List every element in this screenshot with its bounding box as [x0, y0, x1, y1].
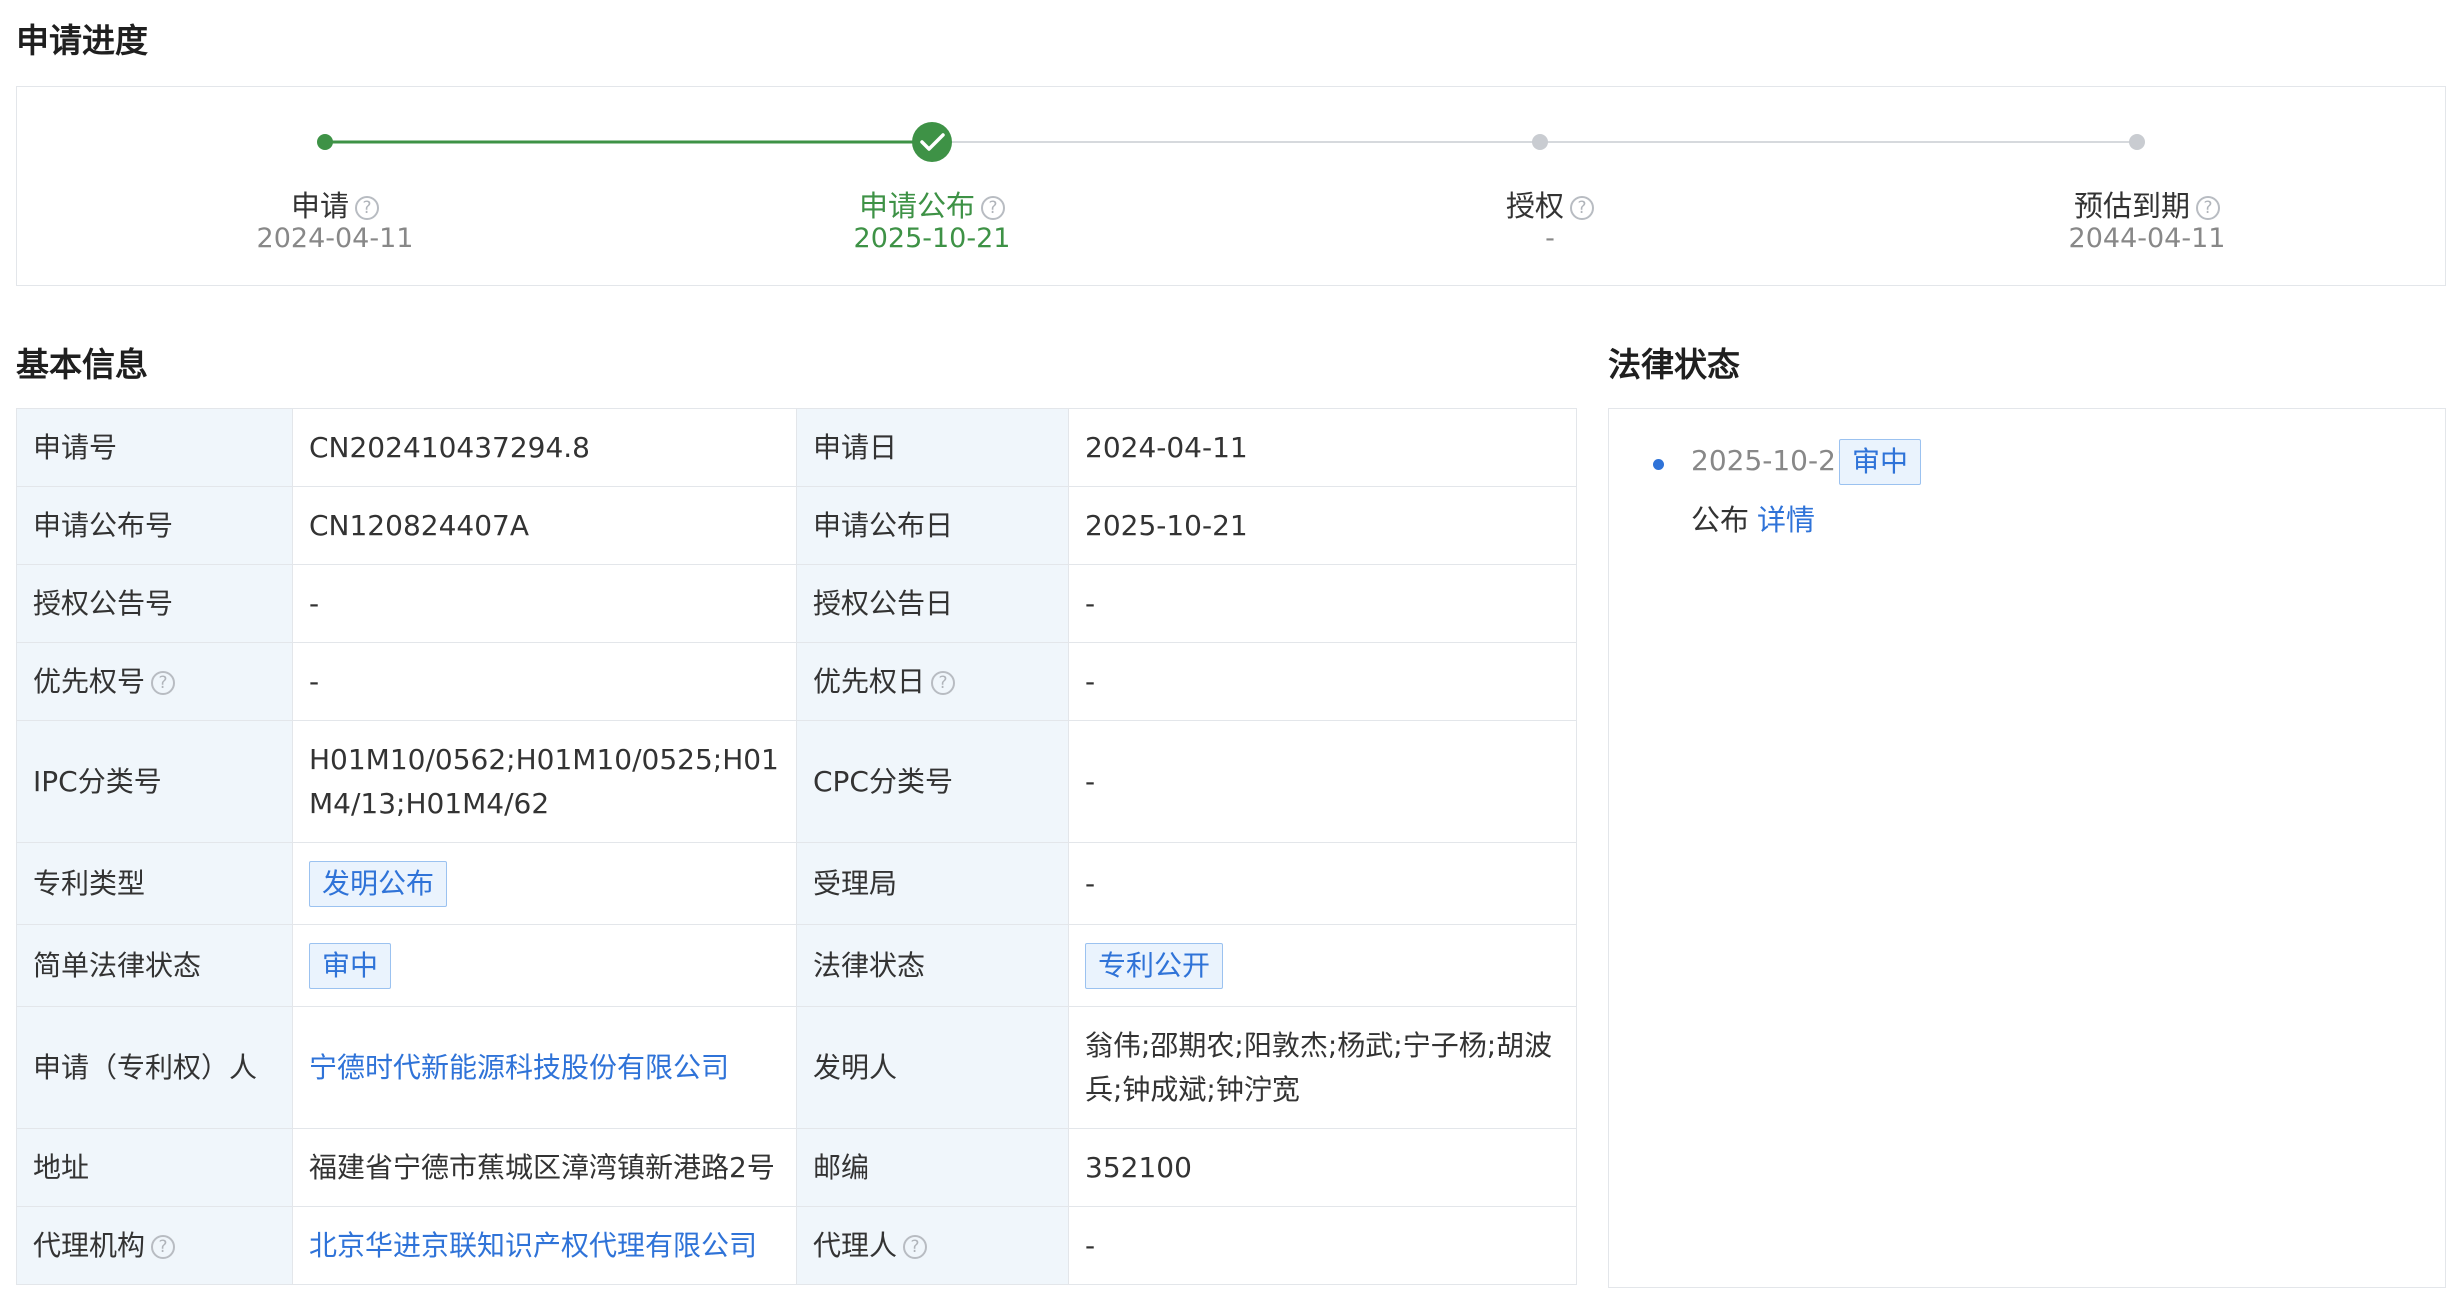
step-grant-date: - [1545, 223, 1555, 254]
publication-date-label: 申请公布日 [796, 486, 1069, 565]
ipc-value: H01M10/0562;H01M10/0525;H01M4/13;H01M4/6… [292, 720, 797, 843]
application-date-label: 申请日 [796, 408, 1069, 487]
patent-type-label: 专利类型 [16, 842, 293, 925]
simple-legal-status-tag: 审中 [309, 942, 392, 989]
table-row: 授权公告号 - 授权公告日 - [16, 564, 1577, 643]
inventor-label: 发明人 [796, 1006, 1069, 1129]
grant-date-label: 授权公告日 [796, 564, 1069, 643]
progress-section-title: 申请进度 [16, 21, 148, 60]
agent-value: - [1068, 1206, 1577, 1285]
inventor-value: 翁伟;邵期农;阳敦杰;杨武;宁子杨;胡波兵;钟成斌;钟泞宽 [1068, 1006, 1577, 1129]
publication-date-value: 2025-10-21 [1068, 486, 1577, 565]
address-label: 地址 [16, 1128, 293, 1207]
step-publish-text: 申请公布 [858, 189, 975, 223]
question-circle-icon[interactable]: ? [1570, 196, 1594, 220]
grant-number-value: - [292, 564, 797, 643]
priority-date-value: - [1068, 642, 1577, 721]
step-dot-grant [1532, 134, 1548, 150]
agent-label: 代理人? [796, 1206, 1069, 1285]
priority-date-label: 优先权日? [796, 642, 1069, 721]
application-date-value: 2024-04-11 [1068, 408, 1577, 487]
postcode-label: 邮编 [796, 1128, 1069, 1207]
publication-number-value: CN120824407A [292, 486, 797, 565]
applicant-label: 申请（专利权）人 [16, 1006, 293, 1129]
table-row: IPC分类号 H01M10/0562;H01M10/0525;H01M4/13;… [16, 720, 1577, 843]
timeline-dot-icon [1653, 459, 1664, 470]
legal-event-text: 公布 [1691, 503, 1750, 537]
agent-label-text: 代理人 [813, 1228, 898, 1262]
step-apply-label: 申请? [135, 183, 535, 225]
legal-event-tag: 审中 [1839, 439, 1922, 485]
step-expiry-date: 2044-04-11 [2068, 223, 2226, 254]
receiving-office-label: 受理局 [796, 842, 1069, 925]
step-apply-text: 申请 [290, 189, 349, 223]
table-row: 简单法律状态 审中 法律状态 专利公开 [16, 924, 1577, 1007]
step-dot-expiry [2129, 134, 2145, 150]
question-circle-icon[interactable]: ? [151, 1234, 176, 1259]
grant-number-label: 授权公告号 [16, 564, 293, 643]
question-circle-icon[interactable]: ? [151, 670, 176, 695]
step-grant-text: 授权 [1505, 189, 1564, 223]
legal-event-row: 公布 详情 [1691, 497, 1815, 539]
priority-number-label-text: 优先权号 [33, 664, 146, 698]
agency-label-text: 代理机构 [33, 1228, 146, 1262]
legal-status-panel: 2025-10-21 审中 公布 详情 [1608, 408, 2446, 1288]
step-apply-date: 2024-04-11 [256, 223, 414, 254]
question-circle-icon[interactable]: ? [931, 670, 956, 695]
ipc-label: IPC分类号 [16, 720, 293, 843]
legal-status-section-title: 法律状态 [1608, 345, 1740, 384]
legal-event-date: 2025-10-21 [1691, 444, 1854, 477]
step-publish-date: 2025-10-21 [853, 223, 1011, 254]
priority-date-label-text: 优先权日 [813, 664, 926, 698]
step-publish-label: 申请公布? [732, 183, 1132, 225]
basic-info-section-title: 基本信息 [16, 345, 148, 384]
progress-panel: 申请? 2024-04-11 申请公布? 2025-10-21 授权? - 预估… [16, 86, 2446, 286]
address-value: 福建省宁德市蕉城区漳湾镇新港路2号 [292, 1128, 797, 1207]
receiving-office-value: - [1068, 842, 1577, 925]
priority-number-label: 优先权号? [16, 642, 293, 721]
simple-legal-status-label: 简单法律状态 [16, 924, 293, 1007]
table-row: 申请号 CN202410437294.8 申请日 2024-04-11 [16, 408, 1577, 487]
question-circle-icon[interactable]: ? [2196, 196, 2220, 220]
question-circle-icon[interactable]: ? [355, 196, 379, 220]
agency-cell: 北京华进京联知识产权代理有限公司 [292, 1206, 797, 1285]
simple-legal-status-cell: 审中 [292, 924, 797, 1007]
step-expiry-text: 预估到期 [2073, 189, 2190, 223]
cpc-label: CPC分类号 [796, 720, 1069, 843]
cpc-value: - [1068, 720, 1577, 843]
agency-link[interactable]: 北京华进京联知识产权代理有限公司 [309, 1229, 757, 1262]
priority-number-value: - [292, 642, 797, 721]
publication-number-label: 申请公布号 [16, 486, 293, 565]
basic-info-table: 申请号 CN202410437294.8 申请日 2024-04-11 申请公布… [16, 408, 1577, 1285]
step-dot-publish [912, 122, 952, 162]
table-row: 申请（专利权）人 宁德时代新能源科技股份有限公司 发明人 翁伟;邵期农;阳敦杰;… [16, 1006, 1577, 1129]
question-circle-icon[interactable]: ? [981, 196, 1005, 220]
legal-status-tag: 专利公开 [1085, 942, 1224, 989]
patent-type-cell: 发明公布 [292, 842, 797, 925]
agency-label: 代理机构? [16, 1206, 293, 1285]
legal-status-label: 法律状态 [796, 924, 1069, 1007]
step-expiry-label: 预估到期? [1947, 183, 2347, 225]
table-row: 申请公布号 CN120824407A 申请公布日 2025-10-21 [16, 486, 1577, 565]
table-row: 优先权号? - 优先权日? - [16, 642, 1577, 721]
postcode-value: 352100 [1068, 1128, 1577, 1207]
step-dot-apply [317, 134, 333, 150]
grant-date-value: - [1068, 564, 1577, 643]
table-row: 代理机构? 北京华进京联知识产权代理有限公司 代理人? - [16, 1206, 1577, 1285]
table-row: 地址 福建省宁德市蕉城区漳湾镇新港路2号 邮编 352100 [16, 1128, 1577, 1207]
applicant-cell: 宁德时代新能源科技股份有限公司 [292, 1006, 797, 1129]
table-row: 专利类型 发明公布 受理局 - [16, 842, 1577, 925]
application-number-label: 申请号 [16, 408, 293, 487]
step-grant-label: 授权? [1350, 183, 1750, 225]
patent-type-tag: 发明公布 [309, 860, 448, 907]
legal-detail-link[interactable]: 详情 [1757, 503, 1815, 537]
question-circle-icon[interactable]: ? [903, 1234, 928, 1259]
application-number-value: CN202410437294.8 [292, 408, 797, 487]
legal-status-cell: 专利公开 [1068, 924, 1577, 1007]
applicant-link[interactable]: 宁德时代新能源科技股份有限公司 [309, 1051, 729, 1084]
